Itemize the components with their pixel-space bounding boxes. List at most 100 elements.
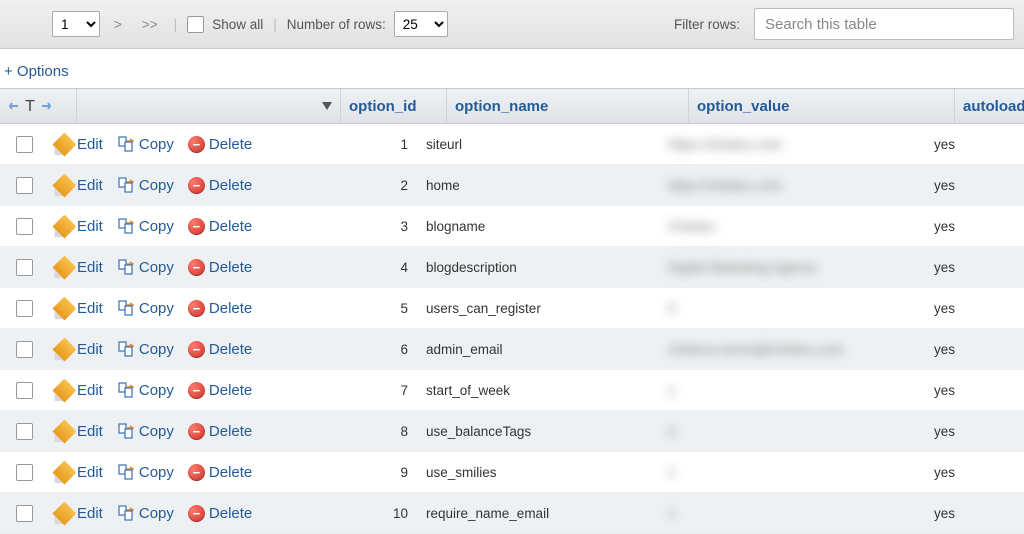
cell-autoload: yes <box>926 465 1024 480</box>
options-toggle[interactable]: + Options <box>0 49 1024 88</box>
last-page-button[interactable]: >> <box>136 17 164 32</box>
delete-button[interactable]: − Delete <box>188 218 252 235</box>
copy-icon <box>117 135 135 153</box>
cell-option-name: use_smilies <box>418 465 660 480</box>
copy-button[interactable]: Copy <box>117 340 174 358</box>
edit-button[interactable]: Edit <box>56 259 103 276</box>
browse-mode-cell[interactable]: T <box>0 89 77 123</box>
cell-option-value: 0 <box>660 424 926 439</box>
pagination-toolbar: 1 > >> | Show all | Number of rows: 25 F… <box>0 0 1024 49</box>
copy-label: Copy <box>139 382 174 399</box>
delete-button[interactable]: − Delete <box>188 177 252 194</box>
delete-icon: − <box>188 218 205 235</box>
delete-label: Delete <box>209 259 252 276</box>
delete-icon: − <box>188 177 205 194</box>
edit-label: Edit <box>77 464 103 481</box>
rows-label: Number of rows: <box>287 17 386 32</box>
copy-button[interactable]: Copy <box>117 135 174 153</box>
table-row: Edit Copy − Delete 2 home https://chelar… <box>0 165 1024 206</box>
delete-label: Delete <box>209 177 252 194</box>
edit-button[interactable]: Edit <box>56 218 103 235</box>
row-actions: Edit Copy − Delete <box>48 422 312 440</box>
col-option-value[interactable]: option_value <box>689 89 955 123</box>
copy-button[interactable]: Copy <box>117 258 174 276</box>
table-row: Edit Copy − Delete 1 siteurl https://che… <box>0 124 1024 165</box>
col-option-name[interactable]: option_name <box>447 89 689 123</box>
delete-button[interactable]: − Delete <box>188 464 252 481</box>
search-input[interactable] <box>754 8 1014 40</box>
edit-button[interactable]: Edit <box>56 505 103 522</box>
pencil-icon <box>52 419 76 443</box>
copy-icon <box>117 504 135 522</box>
row-checkbox[interactable] <box>16 177 33 194</box>
cell-option-name: blogname <box>418 219 660 234</box>
edit-button[interactable]: Edit <box>56 341 103 358</box>
col-autoload[interactable]: autoload <box>955 89 1024 123</box>
divider: | <box>172 17 180 32</box>
copy-button[interactable]: Copy <box>117 299 174 317</box>
row-checkbox[interactable] <box>16 136 33 153</box>
sort-icon[interactable] <box>322 102 332 110</box>
divider: | <box>271 17 279 32</box>
cell-autoload: yes <box>926 342 1024 357</box>
cell-option-value: Digital Marketing Agency <box>660 260 926 275</box>
cell-option-name: start_of_week <box>418 383 660 398</box>
delete-label: Delete <box>209 300 252 317</box>
copy-button[interactable]: Copy <box>117 176 174 194</box>
cell-option-name: admin_email <box>418 342 660 357</box>
options-link[interactable]: + Options <box>4 63 69 80</box>
cell-autoload: yes <box>926 137 1024 152</box>
cell-autoload: yes <box>926 301 1024 316</box>
delete-button[interactable]: − Delete <box>188 136 252 153</box>
delete-button[interactable]: − Delete <box>188 341 252 358</box>
cell-option-id: 8 <box>312 424 418 439</box>
table-row: Edit Copy − Delete 7 start_of_week 1 yes <box>0 370 1024 411</box>
edit-button[interactable]: Edit <box>56 464 103 481</box>
edit-button[interactable]: Edit <box>56 136 103 153</box>
delete-button[interactable]: − Delete <box>188 505 252 522</box>
cell-option-value: https://chelaru.com <box>660 137 926 152</box>
cell-option-id: 2 <box>312 178 418 193</box>
delete-icon: − <box>188 382 205 399</box>
row-checkbox[interactable] <box>16 218 33 235</box>
cell-autoload: yes <box>926 383 1024 398</box>
copy-label: Copy <box>139 218 174 235</box>
cell-option-id: 5 <box>312 301 418 316</box>
cell-option-id: 1 <box>312 137 418 152</box>
copy-button[interactable]: Copy <box>117 381 174 399</box>
row-checkbox[interactable] <box>16 382 33 399</box>
copy-button[interactable]: Copy <box>117 463 174 481</box>
row-checkbox[interactable] <box>16 505 33 522</box>
cell-option-id: 7 <box>312 383 418 398</box>
copy-button[interactable]: Copy <box>117 504 174 522</box>
show-all-checkbox[interactable] <box>187 16 204 33</box>
delete-button[interactable]: − Delete <box>188 259 252 276</box>
row-actions: Edit Copy − Delete <box>48 340 312 358</box>
delete-icon: − <box>188 423 205 440</box>
edit-button[interactable]: Edit <box>56 300 103 317</box>
copy-icon <box>117 299 135 317</box>
pencil-icon <box>52 460 76 484</box>
row-checkbox[interactable] <box>16 464 33 481</box>
edit-button[interactable]: Edit <box>56 423 103 440</box>
delete-button[interactable]: − Delete <box>188 423 252 440</box>
next-page-button[interactable]: > <box>108 17 128 32</box>
table-row: Edit Copy − Delete 3 blogname Chelaru ye… <box>0 206 1024 247</box>
page-select[interactable]: 1 <box>52 11 100 37</box>
rows-select[interactable]: 25 <box>394 11 448 37</box>
edit-button[interactable]: Edit <box>56 177 103 194</box>
delete-icon: − <box>188 505 205 522</box>
row-actions: Edit Copy − Delete <box>48 135 312 153</box>
edit-button[interactable]: Edit <box>56 382 103 399</box>
row-actions: Edit Copy − Delete <box>48 299 312 317</box>
row-checkbox[interactable] <box>16 341 33 358</box>
row-checkbox[interactable] <box>16 259 33 276</box>
delete-button[interactable]: − Delete <box>188 382 252 399</box>
copy-button[interactable]: Copy <box>117 217 174 235</box>
delete-icon: − <box>188 136 205 153</box>
row-checkbox[interactable] <box>16 300 33 317</box>
delete-button[interactable]: − Delete <box>188 300 252 317</box>
copy-button[interactable]: Copy <box>117 422 174 440</box>
row-checkbox[interactable] <box>16 423 33 440</box>
col-option-id[interactable]: option_id <box>341 89 447 123</box>
